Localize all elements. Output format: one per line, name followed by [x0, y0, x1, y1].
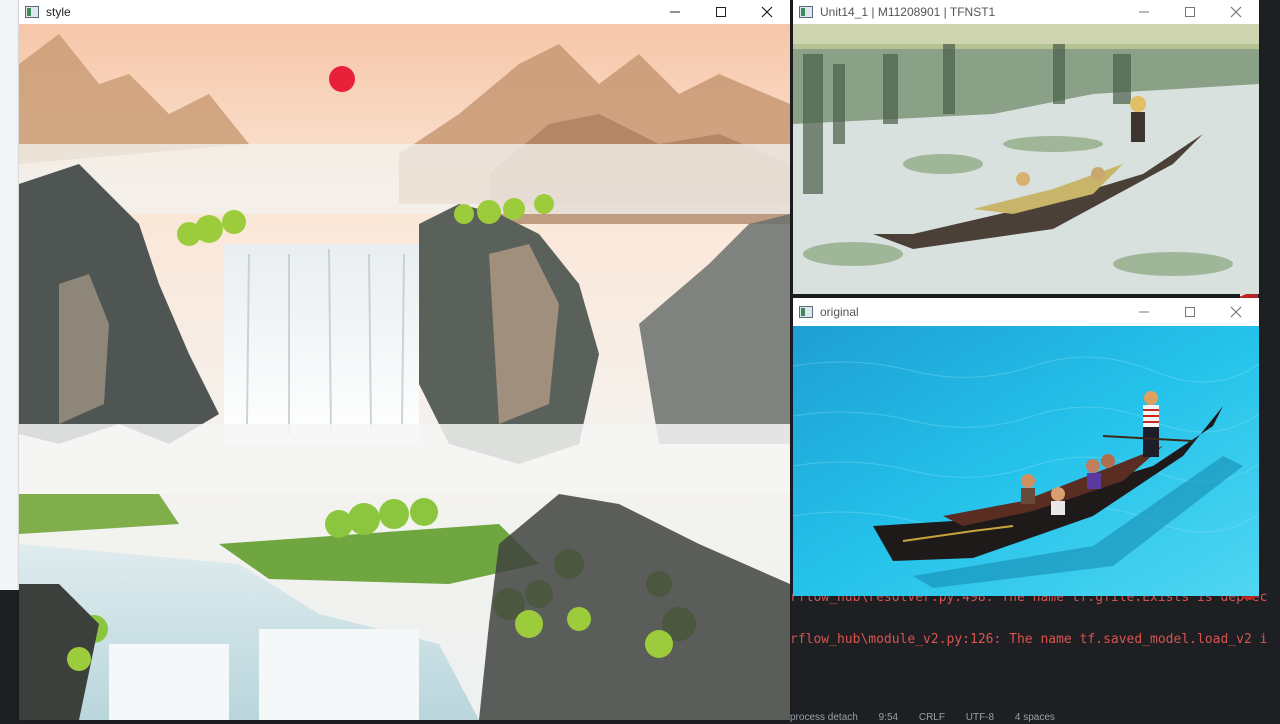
opencv-window-icon [799, 6, 813, 18]
ide-status-bar: process detach 9:54 CRLF UTF-8 4 spaces [790, 712, 1280, 724]
opencv-window-icon [25, 6, 39, 18]
gondola-photo [793, 326, 1259, 596]
maximize-icon [716, 7, 726, 17]
status-process[interactable]: process detach [790, 712, 858, 723]
window-title: style [46, 5, 71, 19]
close-button[interactable] [744, 0, 790, 24]
status-encoding[interactable]: UTF-8 [966, 712, 994, 723]
maximize-button[interactable] [698, 0, 744, 24]
original-window[interactable]: original [793, 298, 1259, 596]
window-title: Unit14_1 | M11208901 | TFNST1 [820, 5, 996, 19]
styled-image [793, 24, 1259, 294]
close-icon [1230, 6, 1242, 18]
status-cursor-position[interactable]: 9:54 [879, 712, 898, 723]
minimize-icon [670, 11, 680, 13]
close-icon [761, 6, 773, 18]
styled-output-window[interactable]: Unit14_1 | M11208901 | TFNST1 [793, 0, 1259, 294]
opencv-window-icon [799, 306, 813, 318]
original-window-titlebar[interactable]: original [793, 298, 1259, 326]
maximize-button[interactable] [1167, 0, 1213, 24]
status-line-ending[interactable]: CRLF [919, 712, 945, 723]
maximize-icon [1185, 7, 1195, 17]
style-window[interactable]: style [19, 0, 790, 720]
landscape-painting [19, 24, 790, 720]
close-icon [1230, 306, 1242, 318]
minimize-button[interactable] [1121, 300, 1167, 324]
minimize-button[interactable] [652, 0, 698, 24]
status-indent[interactable]: 4 spaces [1015, 712, 1055, 723]
close-button[interactable] [1213, 300, 1259, 324]
close-button[interactable] [1213, 0, 1259, 24]
window-title: original [820, 305, 859, 319]
style-image [19, 24, 790, 720]
minimize-icon [1139, 311, 1149, 313]
style-window-titlebar[interactable]: style [19, 0, 790, 24]
original-image [793, 326, 1259, 596]
maximize-button[interactable] [1167, 300, 1213, 324]
styled-window-titlebar[interactable]: Unit14_1 | M11208901 | TFNST1 [793, 0, 1259, 24]
minimize-icon [1139, 11, 1149, 13]
terminal-line: rflow_hub\module_v2.py:126: The name tf.… [790, 632, 1268, 647]
stylized-gondola-image [793, 24, 1259, 294]
maximize-icon [1185, 307, 1195, 317]
minimize-button[interactable] [1121, 0, 1167, 24]
